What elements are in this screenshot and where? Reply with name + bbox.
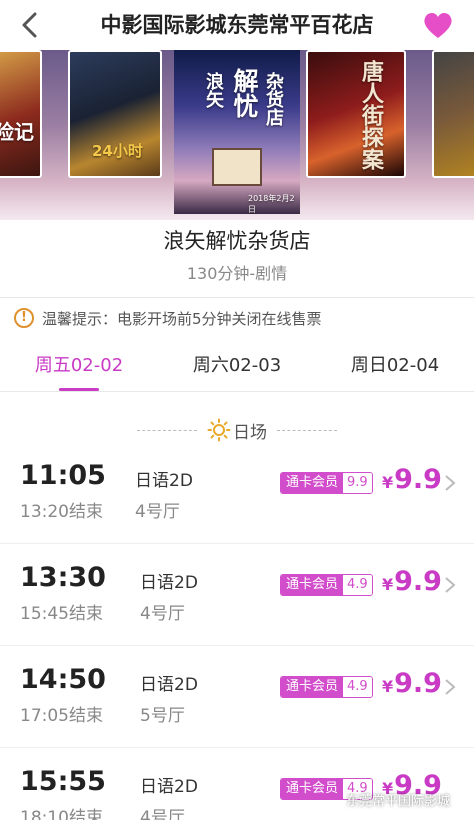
price-value: 9.9 bbox=[394, 566, 442, 597]
end-time: 18:10结束 bbox=[20, 808, 103, 820]
dashed-line bbox=[277, 429, 337, 431]
end-time: 13:20结束 bbox=[20, 502, 103, 522]
member-card-badge: 通卡会员 9.9 bbox=[280, 472, 373, 494]
member-card-badge: 通卡会员 4.9 bbox=[280, 676, 373, 698]
language-format: 日语2D bbox=[140, 573, 198, 593]
divider bbox=[0, 297, 474, 298]
back-icon[interactable] bbox=[14, 8, 48, 42]
tab-date-0202[interactable]: 周五02-02 bbox=[0, 345, 158, 391]
tab-date-0204[interactable]: 周日02-04 bbox=[316, 345, 474, 391]
member-card-label: 通卡会员 bbox=[281, 677, 344, 697]
chevron-right-icon bbox=[445, 577, 456, 593]
poster-title-line: 浪矢 bbox=[203, 72, 224, 108]
poster-item[interactable]: 唐人街探案 bbox=[306, 50, 406, 178]
notice-bar: ! 温馨提示：电影开场前5分钟关闭在线售票 bbox=[14, 306, 322, 330]
period-label: 日场 bbox=[233, 422, 267, 443]
poster-carousel[interactable]: 险记 24小时 浪矢 解忧 杂货店 2018年2月2日 唐人街探案 bbox=[0, 50, 474, 220]
poster-item[interactable]: 险记 bbox=[0, 50, 42, 178]
chevron-right-icon bbox=[445, 679, 456, 695]
currency-symbol: ¥ bbox=[382, 575, 394, 594]
end-time: 15:45结束 bbox=[20, 604, 103, 624]
currency-symbol: ¥ bbox=[382, 677, 394, 696]
member-card-price: 4.9 bbox=[343, 677, 372, 697]
poster-release-date: 2018年2月2日 bbox=[248, 194, 295, 214]
showtime-row[interactable]: 14:50 17:05结束 日语2D 5号厅 通卡会员 4.9 ¥9.9 bbox=[0, 646, 474, 748]
showtime-row[interactable]: 13:30 15:45结束 日语2D 4号厅 通卡会员 4.9 ¥9.9 bbox=[0, 544, 474, 646]
price-value: 9.9 bbox=[394, 464, 442, 495]
poster-title-line: 杂货店 bbox=[263, 72, 284, 126]
poster-title: 唐人街探案 bbox=[358, 60, 383, 170]
member-card-label: 通卡会员 bbox=[281, 473, 344, 493]
chevron-right-icon bbox=[445, 475, 456, 491]
date-tabs: 周五02-02 周六02-03 周日02-04 bbox=[0, 345, 474, 391]
member-card-price: 9.9 bbox=[343, 473, 372, 493]
dashed-line bbox=[137, 429, 197, 431]
start-time: 11:05 bbox=[20, 460, 106, 491]
showtime-row[interactable]: 15:55 18:10结束 日语2D 4号厅 通卡会员 4.9 ¥9.9 bbox=[0, 748, 474, 820]
divider bbox=[0, 391, 474, 392]
tab-date-0203[interactable]: 周六02-03 bbox=[158, 345, 316, 391]
hall-name: 4号厅 bbox=[135, 502, 180, 522]
poster-shop-illustration bbox=[212, 148, 262, 186]
end-time: 17:05结束 bbox=[20, 706, 103, 726]
poster-item[interactable] bbox=[432, 50, 474, 178]
sun-icon bbox=[207, 418, 231, 442]
poster-title-line: 解忧 bbox=[230, 68, 259, 118]
language-format: 日语2D bbox=[140, 675, 198, 695]
member-card-label: 通卡会员 bbox=[281, 575, 344, 595]
warning-icon: ! bbox=[14, 308, 34, 328]
top-bar: 中影国际影城东莞常平百花店 bbox=[0, 0, 474, 50]
start-time: 13:30 bbox=[20, 562, 106, 593]
notice-text: 温馨提示：电影开场前5分钟关闭在线售票 bbox=[42, 309, 322, 328]
watermark: 东莞常平国际影城 bbox=[346, 794, 451, 809]
ticket-price: ¥9.9 bbox=[382, 668, 442, 699]
movie-meta: 130分钟-剧情 bbox=[186, 264, 288, 283]
poster-title: 24小时 bbox=[92, 142, 143, 160]
hall-name: 4号厅 bbox=[140, 808, 185, 820]
hall-name: 5号厅 bbox=[140, 706, 185, 726]
start-time: 14:50 bbox=[20, 664, 106, 695]
poster-item[interactable]: 24小时 bbox=[68, 50, 162, 178]
favorite-heart-icon[interactable] bbox=[422, 10, 454, 40]
showtime-row[interactable]: 11:05 13:20结束 日语2D 4号厅 通卡会员 9.9 ¥9.9 bbox=[0, 442, 474, 544]
ticket-price: ¥9.9 bbox=[382, 464, 442, 495]
language-format: 日语2D bbox=[135, 471, 193, 491]
language-format: 日语2D bbox=[140, 777, 198, 797]
member-card-price: 4.9 bbox=[343, 575, 372, 595]
poster-title: 险记 bbox=[0, 120, 34, 144]
period-heading: 日场 bbox=[0, 415, 474, 445]
currency-symbol: ¥ bbox=[382, 473, 394, 492]
cinema-title: 中影国际影城东莞常平百花店 bbox=[100, 13, 374, 37]
poster-item-active[interactable]: 浪矢 解忧 杂货店 2018年2月2日 bbox=[174, 50, 300, 214]
hall-name: 4号厅 bbox=[140, 604, 185, 624]
price-value: 9.9 bbox=[394, 668, 442, 699]
ticket-price: ¥9.9 bbox=[382, 566, 442, 597]
member-card-badge: 通卡会员 4.9 bbox=[280, 574, 373, 596]
start-time: 15:55 bbox=[20, 766, 106, 797]
movie-title: 浪矢解忧杂货店 bbox=[163, 229, 311, 253]
member-card-label: 通卡会员 bbox=[281, 779, 344, 799]
